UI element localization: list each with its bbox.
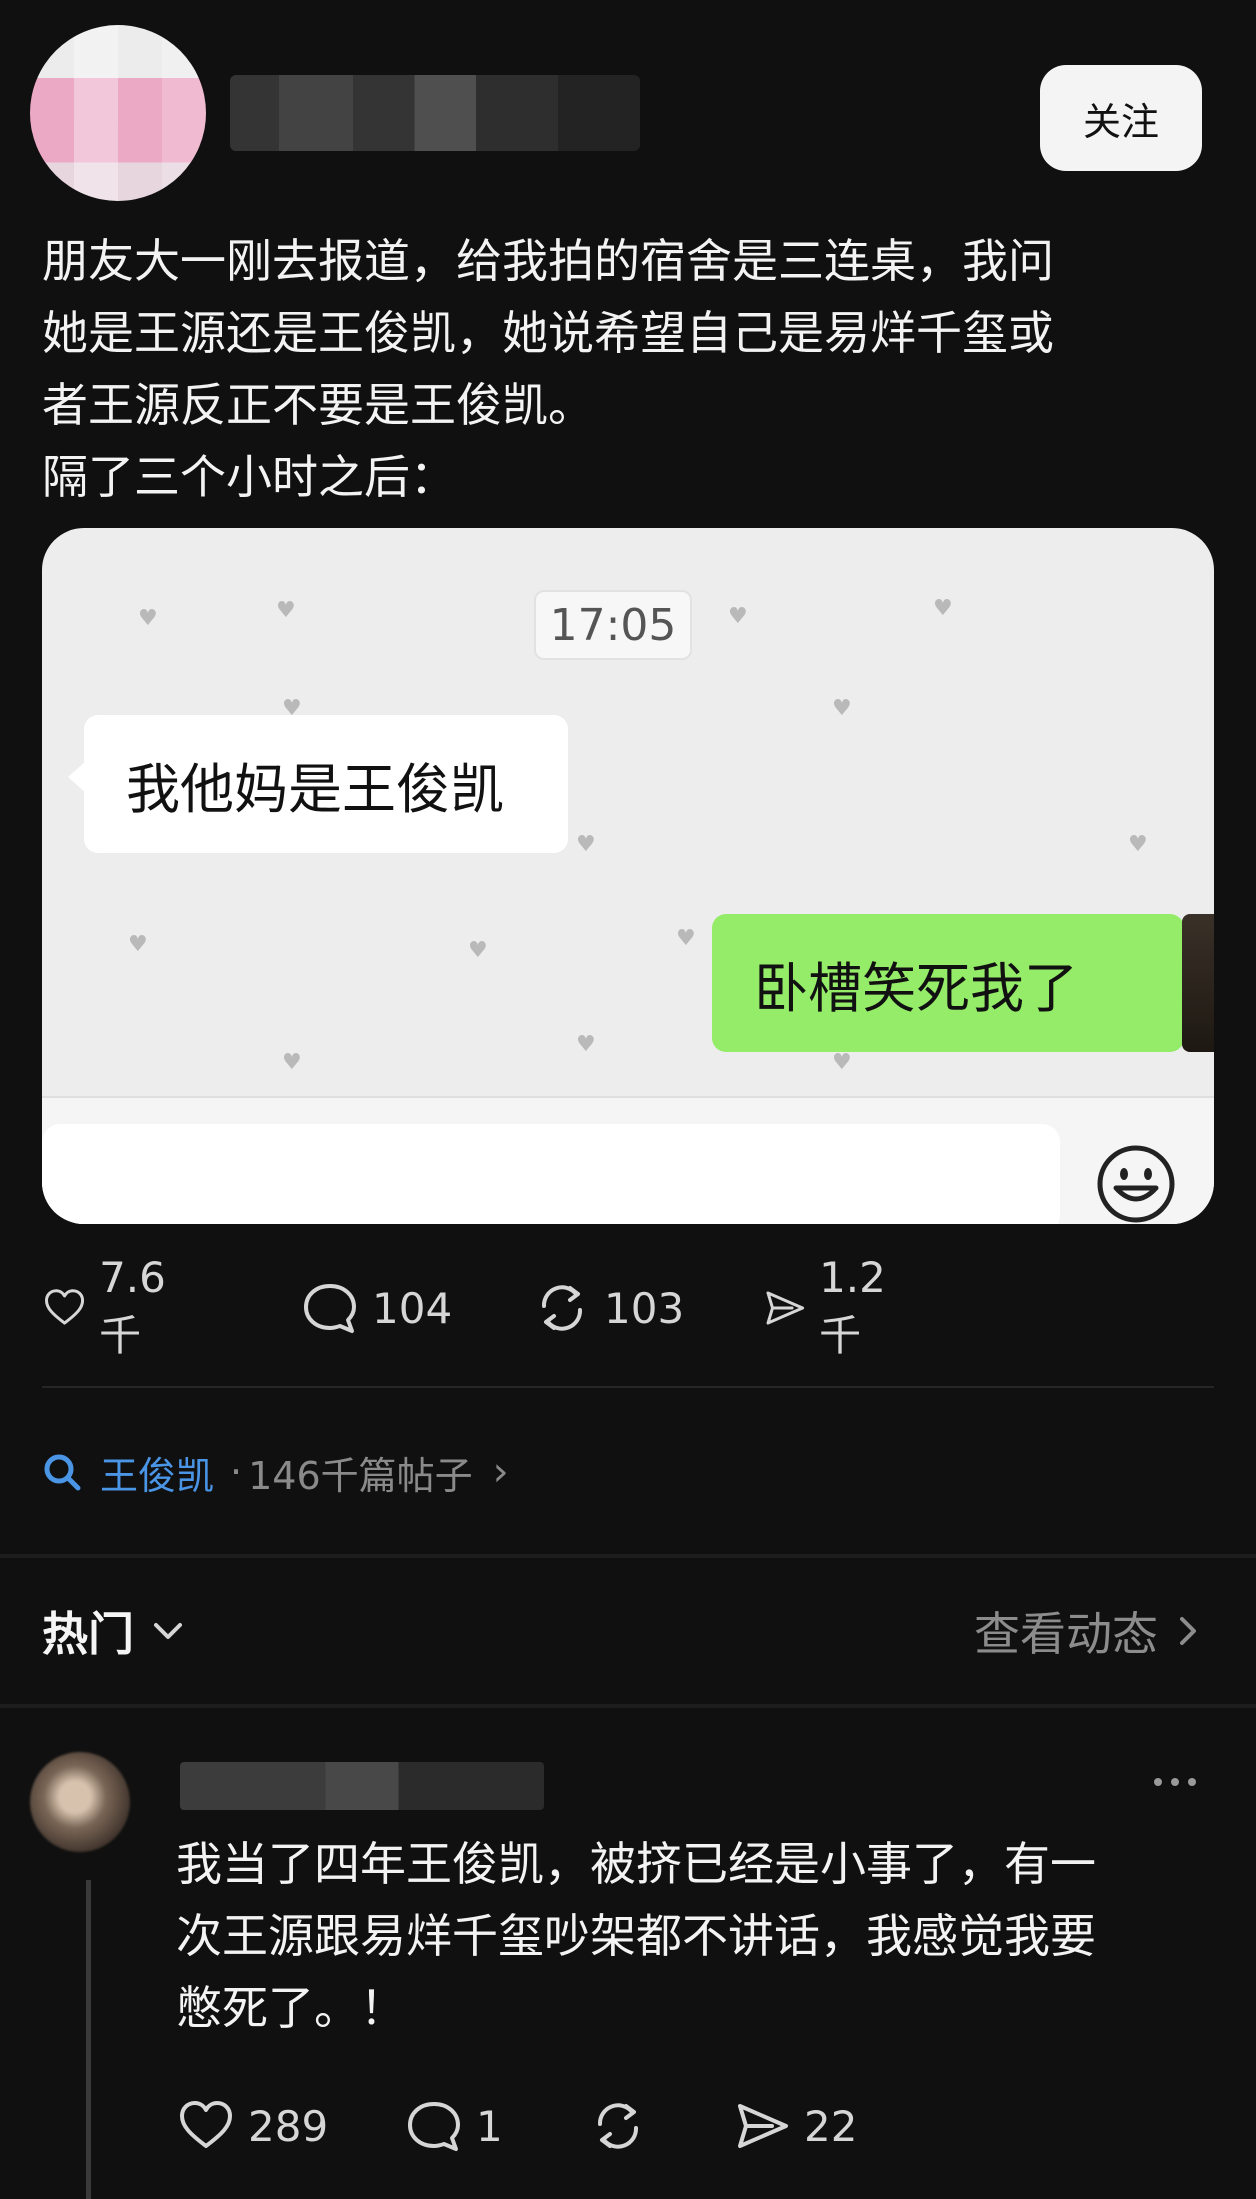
comment-reply-count: 1	[476, 2101, 503, 2151]
heart-pattern-icon: ♥	[138, 606, 158, 631]
comment-bubble-icon	[304, 1284, 356, 1333]
view-activity-label: 查看动态	[974, 1607, 1158, 1661]
share-count: 1.2千	[819, 1253, 886, 1360]
divider	[42, 1386, 1214, 1388]
comment-text: 我当了四年王俊凯，被挤已经是小事了，有一 次王源跟易烊千玺吵架都不讲话，我感觉我…	[176, 1837, 1096, 2035]
author-avatar[interactable]	[30, 25, 206, 201]
repost-count: 103	[604, 1283, 685, 1333]
chat-timestamp: 17:05	[534, 590, 692, 660]
topic-post-count: 146千篇帖子	[248, 1453, 473, 1498]
heart-pattern-icon: ♥	[576, 832, 596, 857]
chevron-right-icon: ›	[492, 1449, 509, 1495]
comment-reply-button[interactable]: 1	[404, 2094, 503, 2158]
chevron-down-icon	[154, 1623, 182, 1639]
post-text: 朋友大一刚去报道，给我拍的宿舍是三连桌，我问 她是王源还是王俊凯，她说希望自己是…	[42, 234, 1054, 504]
sent-message-bubble: 卧槽笑死我了	[712, 914, 1200, 1052]
repost-icon	[597, 2103, 639, 2149]
chat-input-field	[42, 1124, 1060, 1224]
comment-share-button[interactable]: 22	[732, 2094, 857, 2158]
author-name-redacted[interactable]	[230, 75, 640, 151]
comment-like-button[interactable]: 289	[176, 2094, 328, 2158]
heart-pattern-icon: ♥	[832, 696, 852, 721]
heart-pattern-icon: ♥	[933, 596, 953, 621]
chat-peer-avatar	[1182, 914, 1214, 1052]
send-icon	[766, 1291, 805, 1325]
topic-separator: ·	[230, 1450, 243, 1494]
like-count: 7.6千	[99, 1253, 166, 1360]
heart-icon	[45, 1289, 85, 1325]
comment-bubble-icon	[408, 2102, 460, 2151]
heart-icon	[180, 2101, 232, 2148]
heart-pattern-icon: ♥	[576, 1032, 596, 1057]
repost-button[interactable]: 103	[532, 1276, 684, 1340]
heart-pattern-icon: ♥	[128, 932, 148, 957]
comment-count: 104	[372, 1283, 453, 1333]
commenter-name-redacted[interactable]	[180, 1762, 544, 1810]
heart-pattern-icon: ♥	[728, 604, 748, 629]
search-icon	[44, 1454, 81, 1491]
chevron-right-icon	[1180, 1617, 1196, 1645]
heart-pattern-icon: ♥	[468, 938, 488, 963]
view-activity-link[interactable]: 查看动态	[974, 1598, 1204, 1664]
topic-row[interactable]: 王俊凯 · 146千篇帖子 ›	[42, 1442, 509, 1502]
received-message-bubble: 我他妈是王俊凯	[68, 715, 568, 853]
like-button[interactable]: 7.6千	[42, 1253, 181, 1360]
share-button[interactable]: 1.2千	[762, 1253, 901, 1360]
comment-button[interactable]: 104	[300, 1276, 452, 1340]
heart-pattern-icon: ♥	[832, 1050, 852, 1075]
chat-input-bar	[42, 1096, 1214, 1224]
more-options-icon[interactable]	[1150, 1770, 1200, 1794]
thread-line	[86, 1880, 91, 2199]
comment-repost-button[interactable]	[588, 2094, 660, 2158]
send-icon	[738, 2104, 788, 2148]
section-divider	[0, 1704, 1256, 1708]
commenter-avatar[interactable]	[30, 1752, 130, 1852]
heart-pattern-icon: ♥	[1128, 832, 1148, 857]
topic-name-link[interactable]: 王俊凯	[100, 1445, 214, 1500]
heart-pattern-icon: ♥	[282, 1050, 302, 1075]
comment-share-count: 22	[804, 2101, 858, 2151]
follow-button[interactable]: 关注	[1040, 65, 1202, 171]
heart-pattern-icon: ♥	[676, 926, 696, 951]
sort-label: 热门	[42, 1607, 134, 1661]
heart-pattern-icon: ♥	[276, 598, 296, 623]
section-divider	[0, 1554, 1256, 1558]
post-image[interactable]: ♥ ♥ ♥ ♥ ♥ ♥ ♥ ♥ ♥ ♥ ♥ ♥ ♥ ♥ 17:05 我他妈是王俊…	[42, 528, 1214, 1224]
sort-dropdown[interactable]: 热门	[42, 1598, 188, 1664]
repost-icon	[541, 1285, 583, 1331]
emoji-icon	[1097, 1145, 1175, 1223]
comment-like-count: 289	[248, 2101, 329, 2151]
